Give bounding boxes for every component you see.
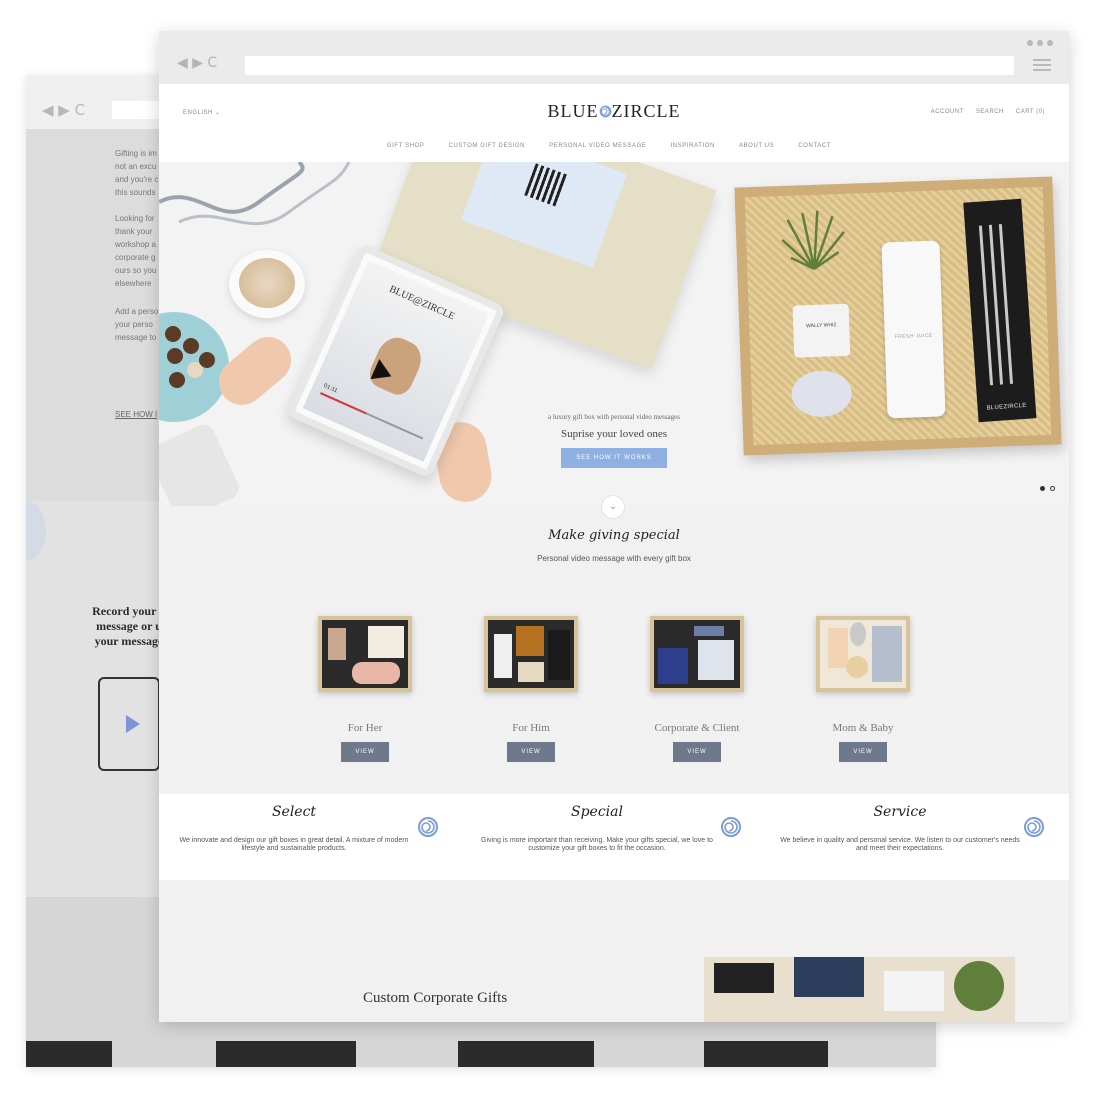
- background-thumb: [26, 1041, 112, 1067]
- category-label: Mom & Baby: [832, 722, 894, 734]
- bottle-label: FRESH JUICE: [894, 332, 933, 341]
- category-card-for-her: For Her VIEW: [300, 616, 430, 762]
- pouch-label: BLUEZIRCLE: [986, 402, 1027, 412]
- for-her-gift-box-image[interactable]: [318, 616, 412, 692]
- section-title: Make giving special: [548, 528, 680, 543]
- jar-label: WALLY WHIZ: [805, 322, 837, 330]
- swirl-icon: [418, 817, 438, 837]
- nav-gift-shop[interactable]: GIFT SHOP: [387, 143, 425, 149]
- chocolate-image: [183, 338, 199, 354]
- pillars-section: Select We innovate and design our gift b…: [159, 794, 1069, 880]
- header-utility-links: ACCOUNT SEARCH CART (0): [931, 109, 1045, 115]
- chocolate-image: [165, 326, 181, 342]
- background-thumb: [458, 1041, 594, 1067]
- category-card-for-him: For Him VIEW: [466, 616, 596, 762]
- browser-nav-buttons[interactable]: ◀ ▶ C: [177, 55, 217, 71]
- pillar-title: Service: [873, 804, 927, 820]
- browser-chrome: ◀ ▶ C: [159, 31, 1069, 84]
- cart-link[interactable]: CART (0): [1016, 109, 1045, 115]
- background-nav-arrows: ◀ ▶ C: [42, 101, 86, 119]
- video-time: 01:11: [322, 382, 339, 395]
- chocolate-image: [169, 372, 185, 388]
- make-giving-special-section: ⌄ Make giving special Personal video mes…: [159, 495, 1069, 794]
- pillar-text: We innovate and design our gift boxes in…: [179, 837, 409, 852]
- category-card-mom-baby: Mom & Baby VIEW: [798, 616, 928, 762]
- nav-contact[interactable]: CONTACT: [798, 143, 831, 149]
- juice-bottle-image: FRESH JUICE: [881, 240, 946, 419]
- corporate-gift-box-image[interactable]: [650, 616, 744, 692]
- slide-dot-1[interactable]: [1040, 486, 1045, 491]
- straw-pouch-image: BLUEZIRCLE: [963, 198, 1037, 423]
- sleeve-image: [159, 420, 243, 506]
- background-decor-circle: [26, 501, 46, 561]
- address-bar[interactable]: [245, 56, 1014, 75]
- pillar-text: Giving is more important than receiving.…: [481, 837, 713, 852]
- hero-text-block: a luxury gift box with personal video me…: [499, 413, 729, 468]
- nav-inspiration[interactable]: INSPIRATION: [670, 143, 715, 149]
- main-navigation: GIFT SHOP CUSTOM GIFT DESIGN PERSONAL VI…: [159, 143, 1069, 149]
- background-thumb: [216, 1041, 356, 1067]
- play-icon: [126, 715, 140, 733]
- chocolate-image: [167, 348, 183, 364]
- hamburger-menu-icon[interactable]: [1033, 59, 1051, 72]
- corporate-gifts-title: Custom Corporate Gifts: [363, 990, 508, 1006]
- see-how-it-works-button[interactable]: SEE HOW IT WORKS: [561, 448, 667, 468]
- category-card-corporate-client: Corporate & Client VIEW: [632, 616, 762, 762]
- slide-dot-2[interactable]: [1050, 486, 1055, 491]
- scroll-down-chevron-icon[interactable]: ⌄: [601, 495, 625, 519]
- for-him-gift-box-image[interactable]: [484, 616, 578, 692]
- pillar-service: Service We believe in quality and person…: [765, 794, 1068, 880]
- background-thumb: [704, 1041, 828, 1067]
- chocolate-image: [199, 352, 215, 368]
- hand-image: [209, 327, 301, 415]
- pillar-special: Special Giving is more important than re…: [462, 794, 765, 880]
- search-link[interactable]: SEARCH: [976, 109, 1004, 115]
- account-link[interactable]: ACCOUNT: [931, 109, 964, 115]
- view-for-him-button[interactable]: VIEW: [507, 742, 555, 762]
- candle-product-image: [790, 369, 853, 418]
- coffee-image: [239, 258, 295, 308]
- gift-box-image: WALLY WHIZ FRESH JUICE BLUEZIRCLE: [734, 176, 1062, 456]
- category-label: For Her: [347, 722, 383, 734]
- view-mom-baby-button[interactable]: VIEW: [839, 742, 887, 762]
- jar-product-image: WALLY WHIZ: [792, 303, 851, 358]
- view-for-her-button[interactable]: VIEW: [341, 742, 389, 762]
- slider-pagination: [1040, 486, 1055, 491]
- category-label: Corporate & Client: [654, 722, 740, 734]
- view-corporate-client-button[interactable]: VIEW: [673, 742, 721, 762]
- section-subtitle: Personal video message with every gift b…: [537, 554, 691, 563]
- nav-custom-gift-design[interactable]: CUSTOM GIFT DESIGN: [449, 143, 526, 149]
- hero-banner: BLUE@ZIRCLE 01:11 WALLY WHIZ FRESH JUICE: [159, 162, 1069, 506]
- swirl-icon: [1024, 817, 1044, 837]
- ribbon-decoration: [159, 162, 351, 226]
- window-dots: [1027, 40, 1053, 46]
- hero-subtitle: a luxury gift box with personal video me…: [547, 413, 680, 421]
- swirl-icon: [721, 817, 741, 837]
- logo-text-left: BLUE: [547, 101, 599, 121]
- pillar-title: Special: [571, 804, 623, 820]
- logo-text-right: ZIRCLE: [611, 101, 681, 121]
- swirl-logo-icon: [599, 105, 611, 118]
- video-progress-bar: [320, 392, 424, 440]
- pillar-title: Select: [271, 804, 317, 820]
- mom-baby-gift-box-image[interactable]: [816, 616, 910, 692]
- browser-window: ◀ ▶ C ENGLISH ⌄ BLUE ZIRCLE ACCOUNT SEARC…: [159, 31, 1069, 1022]
- corporate-gift-image: [704, 957, 1015, 1022]
- air-plant-image: [781, 210, 846, 271]
- pillar-text: We believe in quality and personal servi…: [780, 837, 1020, 852]
- category-label: For Him: [512, 722, 550, 734]
- custom-corporate-gifts-section: Custom Corporate Gifts: [159, 880, 1069, 1022]
- nav-personal-video-message[interactable]: PERSONAL VIDEO MESSAGE: [549, 143, 646, 149]
- site-header: ENGLISH ⌄ BLUE ZIRCLE ACCOUNT SEARCH CART…: [159, 84, 1069, 162]
- hero-title: Suprise your loved ones: [560, 428, 667, 440]
- nav-about-us[interactable]: ABOUT US: [739, 143, 774, 149]
- video-person-image: [365, 331, 428, 400]
- background-see-how-link[interactable]: SEE HOW I: [115, 410, 157, 419]
- pillar-select: Select We innovate and design our gift b…: [159, 794, 462, 880]
- gift-box-filling: WALLY WHIZ FRESH JUICE BLUEZIRCLE: [744, 186, 1052, 446]
